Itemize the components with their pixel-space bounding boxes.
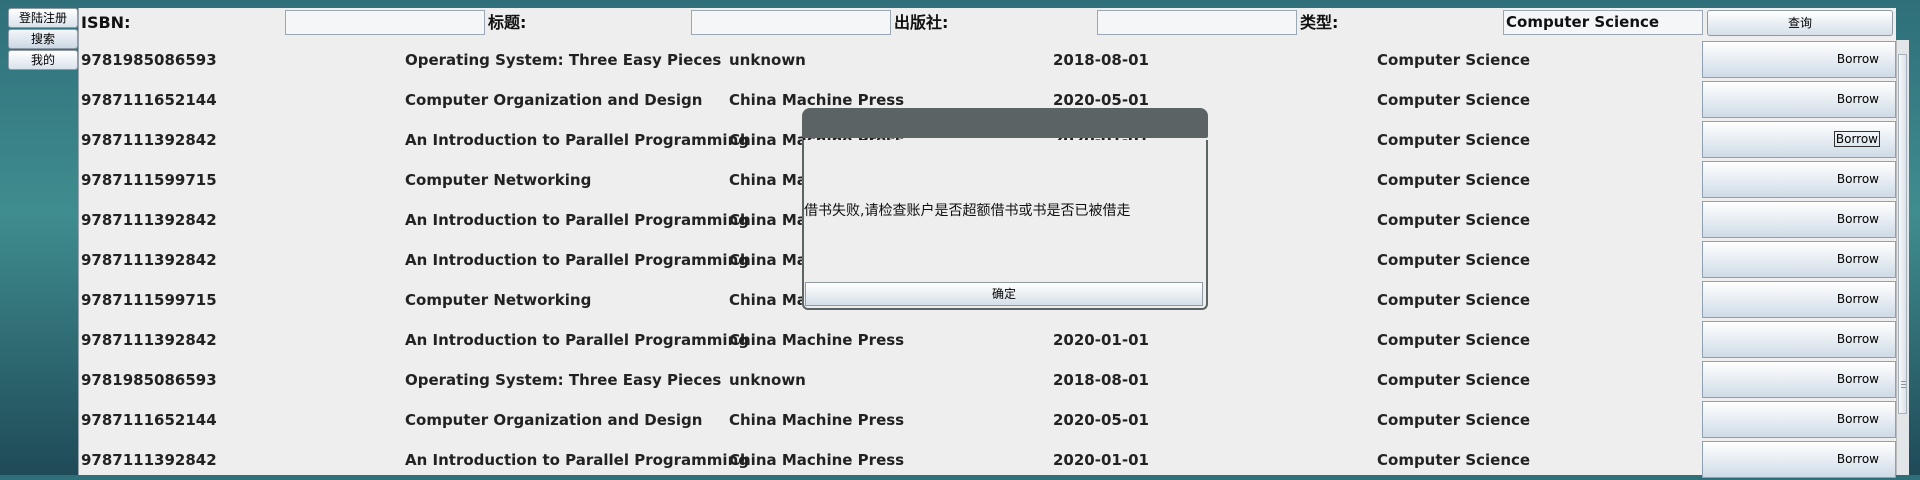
title-cell: Operating System: Three Easy Pieces — [405, 371, 722, 389]
borrow-label: Borrow — [1836, 52, 1879, 66]
table-row[interactable]: 9787111652144 Computer Organization and D… — [79, 400, 1896, 440]
isbn-cell: 9787111392842 — [81, 211, 217, 229]
date-cell: 2020-01-01 — [1053, 331, 1149, 349]
isbn-cell: 9787111392842 — [81, 331, 217, 349]
table-row[interactable]: 9787111392842 An Introduction to Parallel… — [79, 320, 1896, 360]
isbn-cell: 9787111599715 — [81, 291, 217, 309]
title-cell: An Introduction to Parallel Programming — [405, 331, 749, 349]
isbn-cell: 9781985086593 — [81, 51, 217, 69]
borrow-button[interactable]: Borrow — [1702, 121, 1896, 158]
grip-line — [1901, 381, 1906, 382]
isbn-cell: 9787111392842 — [81, 451, 217, 469]
type-label: 类型: — [1300, 13, 1339, 32]
publisher-input[interactable] — [1097, 10, 1297, 35]
borrow-button[interactable]: Borrow — [1702, 241, 1896, 278]
type-cell: Computer Science — [1377, 251, 1531, 269]
title-cell: Computer Organization and Design — [405, 91, 703, 109]
search-bar: ISBN: 标题: 出版社: 类型: Computer Science 查询 — [79, 8, 1896, 38]
table-row[interactable]: 9781985086593 Operating System: Three Eas… — [79, 40, 1896, 80]
publisher-cell: China Machine Press — [729, 451, 905, 469]
borrow-label: Borrow — [1836, 252, 1879, 266]
borrow-button[interactable]: Borrow — [1702, 161, 1896, 198]
borrow-button[interactable]: Borrow — [1702, 441, 1896, 478]
scrollbar-thumb[interactable] — [1898, 54, 1907, 414]
isbn-cell: 9787111652144 — [81, 411, 217, 429]
borrow-button[interactable]: Borrow — [1702, 201, 1896, 238]
publisher-label: 出版社: — [894, 13, 949, 32]
date-cell: 2020-05-01 — [1053, 411, 1149, 429]
isbn-cell: 9781985086593 — [81, 371, 217, 389]
app-window: 登陆注册 搜索 我的 ISBN: 标题: 出版社: 类型: Computer S… — [0, 0, 1920, 478]
title-cell: An Introduction to Parallel Programming — [405, 131, 749, 149]
table-row[interactable]: 9781985086593 Operating System: Three Eas… — [79, 360, 1896, 400]
borrow-button[interactable]: Borrow — [1702, 41, 1896, 78]
type-cell: Computer Science — [1377, 211, 1531, 229]
vertical-scrollbar[interactable] — [1896, 40, 1909, 475]
isbn-input[interactable] — [285, 10, 485, 35]
borrow-label: Borrow — [1836, 212, 1879, 226]
grip-line — [1901, 384, 1906, 385]
publisher-cell: China Machine Press — [729, 331, 905, 349]
borrow-label: Borrow — [1836, 92, 1879, 106]
publisher-cell: China Machine Press — [729, 411, 905, 429]
isbn-cell: 9787111599715 — [81, 171, 217, 189]
type-cell: Computer Science — [1377, 291, 1531, 309]
type-cell: Computer Science — [1377, 451, 1531, 469]
title-cell: Computer Networking — [405, 291, 592, 309]
title-cell: Operating System: Three Easy Pieces — [405, 51, 722, 69]
borrow-label: Borrow — [1833, 131, 1881, 147]
date-cell: 2018-08-01 — [1053, 51, 1149, 69]
borrow-label: Borrow — [1836, 332, 1879, 346]
table-row[interactable]: 9787111392842 An Introduction to Parallel… — [79, 440, 1896, 480]
type-cell: Computer Science — [1377, 171, 1531, 189]
publisher-cell: unknown — [729, 51, 806, 69]
type-cell: Computer Science — [1377, 371, 1531, 389]
type-cell: Computer Science — [1377, 411, 1531, 429]
borrow-label: Borrow — [1836, 172, 1879, 186]
type-cell: Computer Science — [1377, 331, 1531, 349]
borrow-button[interactable]: Borrow — [1702, 401, 1896, 438]
isbn-cell: 9787111392842 — [81, 251, 217, 269]
dialog-title-bar[interactable] — [802, 108, 1208, 138]
isbn-cell: 9787111652144 — [81, 91, 217, 109]
tab-search[interactable]: 搜索 — [8, 29, 78, 49]
borrow-label: Borrow — [1836, 412, 1879, 426]
title-cell: An Introduction to Parallel Programming — [405, 251, 749, 269]
type-cell: Computer Science — [1377, 51, 1531, 69]
borrow-label: Borrow — [1836, 292, 1879, 306]
title-input[interactable] — [691, 10, 891, 35]
left-tab-bar: 登陆注册 搜索 我的 — [8, 8, 78, 71]
title-cell: Computer Organization and Design — [405, 411, 703, 429]
grip-line — [1901, 387, 1906, 388]
title-label: 标题: — [488, 13, 527, 32]
isbn-cell: 9787111392842 — [81, 131, 217, 149]
borrow-button[interactable]: Borrow — [1702, 281, 1896, 318]
isbn-label: ISBN: — [81, 13, 131, 32]
borrow-label: Borrow — [1836, 372, 1879, 386]
publisher-cell: unknown — [729, 371, 806, 389]
date-cell: 2018-08-01 — [1053, 371, 1149, 389]
title-cell: An Introduction to Parallel Programming — [405, 211, 749, 229]
tab-mine[interactable]: 我的 — [8, 50, 78, 70]
type-cell: Computer Science — [1377, 131, 1531, 149]
dialog-ok-button[interactable]: 确定 — [805, 282, 1203, 306]
title-cell: An Introduction to Parallel Programming — [405, 451, 749, 469]
type-cell: Computer Science — [1377, 91, 1531, 109]
borrow-label: Borrow — [1836, 452, 1879, 466]
query-button[interactable]: 查询 — [1707, 10, 1893, 36]
tab-login-register[interactable]: 登陆注册 — [8, 8, 78, 28]
borrow-button[interactable]: Borrow — [1702, 81, 1896, 118]
title-cell: Computer Networking — [405, 171, 592, 189]
error-dialog: 借书失败,请检查账户是否超额借书或书是否已被借走 确定 — [802, 140, 1208, 310]
dialog-message: 借书失败,请检查账户是否超额借书或书是否已被借走 — [804, 203, 1131, 219]
type-input[interactable]: Computer Science — [1503, 10, 1703, 35]
date-cell: 2020-01-01 — [1053, 451, 1149, 469]
borrow-button[interactable]: Borrow — [1702, 321, 1896, 358]
borrow-button[interactable]: Borrow — [1702, 361, 1896, 398]
